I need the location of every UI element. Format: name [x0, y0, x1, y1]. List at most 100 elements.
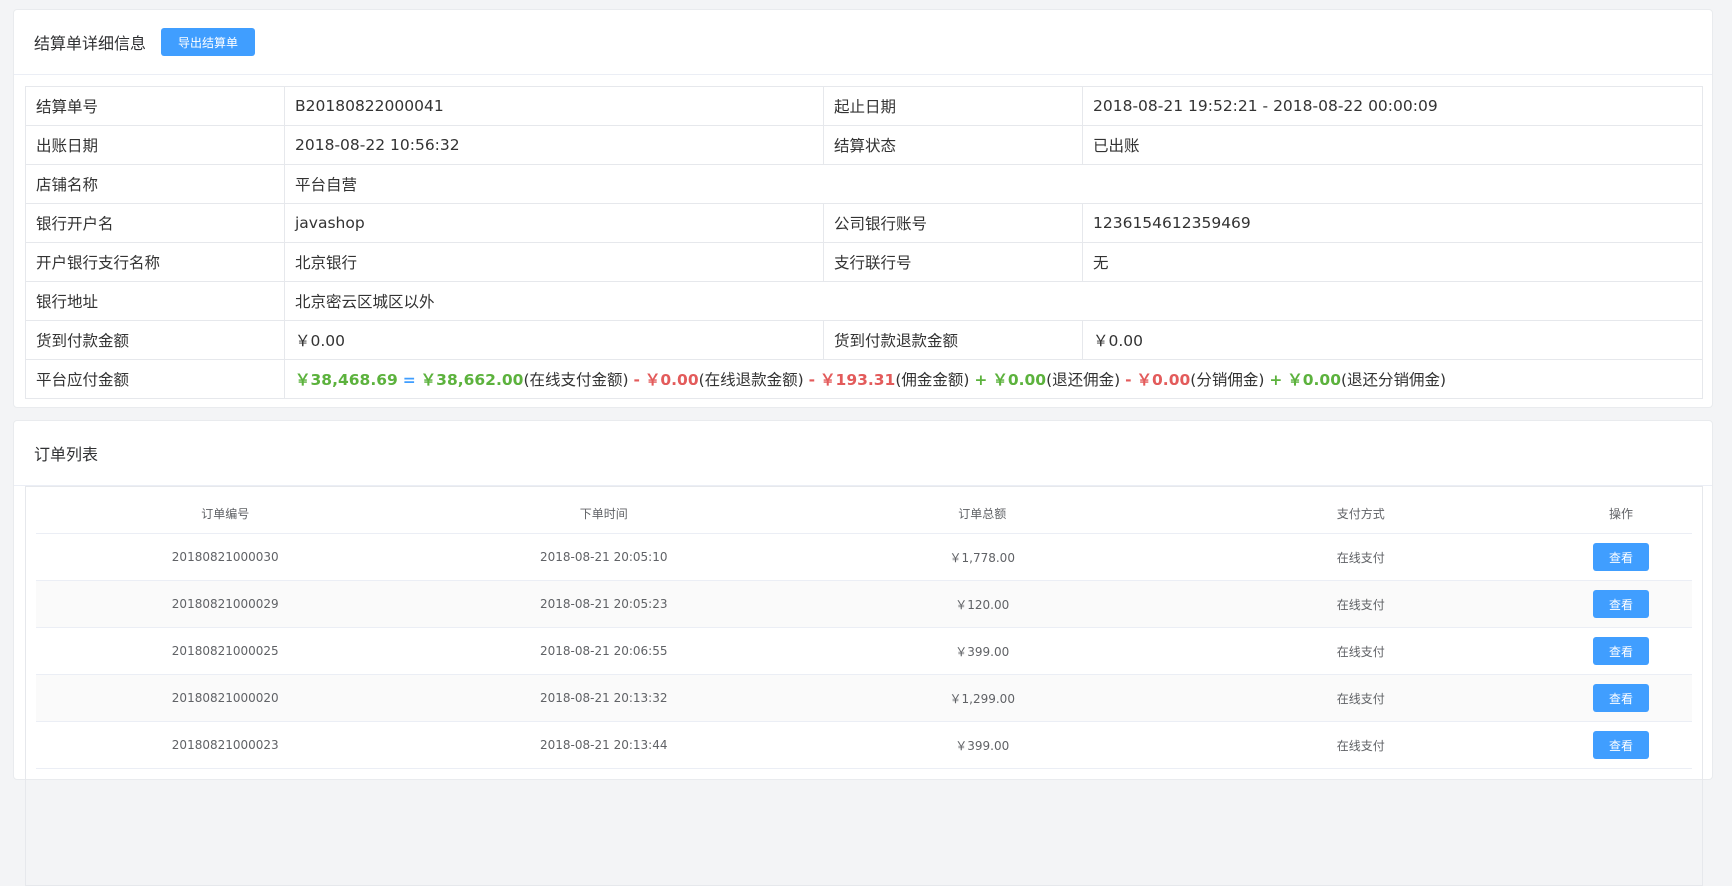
plus-sign: +	[974, 371, 988, 389]
period-label: 起止日期	[823, 86, 1083, 126]
order-amount: ￥120.00	[793, 580, 1172, 628]
status-label: 结算状态	[823, 125, 1083, 165]
branch-value: 北京银行	[284, 242, 824, 282]
order-table-wrap: 订单编号 下单时间 订单总额 支付方式 操作 20180821000030 20…	[25, 486, 1703, 886]
table-row: 20180821000023 2018-08-21 20:13:44 ￥399.…	[36, 721, 1692, 769]
order-amount: ￥399.00	[793, 627, 1172, 675]
view-order-button[interactable]: 查看	[1593, 590, 1649, 618]
pay-method: 在线支付	[1171, 533, 1550, 581]
info-row: 开户银行支行名称 北京银行 支行联行号 无	[25, 242, 1703, 282]
info-row: 平台应付金额 ￥38,468.69 = ￥38,662.00(在线支付金额) -…	[25, 359, 1703, 399]
info-row: 店铺名称 平台自营	[25, 164, 1703, 204]
view-order-button[interactable]: 查看	[1593, 731, 1649, 759]
order-time: 2018-08-21 20:05:23	[414, 580, 793, 628]
col-pay-method: 支付方式	[1171, 493, 1550, 534]
view-order-button[interactable]: 查看	[1593, 543, 1649, 571]
table-row: 20180821000029 2018-08-21 20:05:23 ￥120.…	[36, 580, 1692, 628]
branch-label: 开户银行支行名称	[25, 242, 285, 282]
order-amount: ￥1,299.00	[793, 674, 1172, 722]
pay-method: 在线支付	[1171, 674, 1550, 722]
cod-refund-label: 货到付款退款金额	[823, 320, 1083, 360]
actions-cell: 查看	[1550, 674, 1692, 722]
order-sn: 20180821000025	[36, 627, 415, 675]
order-amount: ￥399.00	[793, 721, 1172, 769]
pay-method: 在线支付	[1171, 721, 1550, 769]
bill-no-value: B20180822000041	[284, 86, 824, 126]
col-order-amount: 订单总额	[793, 493, 1172, 534]
order-sn: 20180821000029	[36, 580, 415, 628]
view-order-button[interactable]: 查看	[1593, 684, 1649, 712]
return-dist-label: (退还分销佣金)	[1341, 371, 1447, 389]
shop-label: 店铺名称	[25, 164, 285, 204]
col-order-time: 下单时间	[414, 493, 793, 534]
commission-amount: ￥193.31	[820, 371, 896, 389]
branch-code-label: 支行联行号	[823, 242, 1083, 282]
info-row: 结算单号 B20180822000041 起止日期 2018-08-21 19:…	[25, 86, 1703, 126]
actions-cell: 查看	[1550, 533, 1692, 581]
order-sn: 20180821000023	[36, 721, 415, 769]
return-commission-amount: ￥0.00	[992, 371, 1047, 389]
cod-amount-label: 货到付款金额	[25, 320, 285, 360]
cod-refund-value: ￥0.00	[1082, 320, 1703, 360]
col-actions: 操作	[1550, 493, 1692, 534]
minus-sign: -	[808, 371, 816, 389]
order-time: 2018-08-21 20:05:10	[414, 533, 793, 581]
export-settlement-button[interactable]: 导出结算单	[161, 28, 256, 56]
view-order-button[interactable]: 查看	[1593, 637, 1649, 665]
bill-no-label: 结算单号	[25, 86, 285, 126]
minus-sign: -	[1125, 371, 1132, 389]
equals-sign: =	[402, 371, 416, 389]
payable-formula: ￥38,468.69 = ￥38,662.00(在线支付金额) - ￥0.00(…	[284, 359, 1703, 399]
company-account-label: 公司银行账号	[823, 203, 1083, 243]
actions-cell: 查看	[1550, 580, 1692, 628]
order-list-header: 订单列表	[14, 421, 1712, 486]
actions-cell: 查看	[1550, 627, 1692, 675]
info-row: 货到付款金额 ￥0.00 货到付款退款金额 ￥0.00	[25, 320, 1703, 360]
table-row: 20180821000025 2018-08-21 20:06:55 ￥399.…	[36, 627, 1692, 675]
bank-address-value: 北京密云区城区以外	[284, 281, 1703, 321]
order-time: 2018-08-21 20:06:55	[414, 627, 793, 675]
dist-commission-amount: ￥0.00	[1136, 371, 1191, 389]
return-dist-amount: ￥0.00	[1287, 371, 1341, 389]
settlement-info-table-wrap: 结算单号 B20180822000041 起止日期 2018-08-21 19:…	[25, 86, 1703, 399]
order-list-title: 订单列表	[34, 445, 99, 464]
dist-commission-label: (分销佣金)	[1190, 371, 1265, 389]
period-value: 2018-08-21 19:52:21 - 2018-08-22 00:00:0…	[1082, 86, 1703, 126]
plus-sign: +	[1269, 371, 1283, 389]
return-commission-label: (退还佣金)	[1046, 371, 1121, 389]
bank-account-name-value: javashop	[284, 203, 824, 243]
status-value: 已出账	[1082, 125, 1703, 165]
shop-value: 平台自营	[284, 164, 1703, 204]
order-sn: 20180821000020	[36, 674, 415, 722]
settlement-card-header: 结算单详细信息 导出结算单	[14, 10, 1712, 75]
settlement-info-table: 结算单号 B20180822000041 起止日期 2018-08-21 19:…	[25, 86, 1703, 399]
commission-label: (佣金金额)	[895, 371, 970, 389]
online-pay-amount: ￥38,662.00	[420, 371, 524, 389]
order-amount: ￥1,778.00	[793, 533, 1172, 581]
company-account-value: 1236154612359469	[1082, 203, 1703, 243]
cod-amount-value: ￥0.00	[284, 320, 824, 360]
online-pay-label: (在线支付金额)	[523, 371, 629, 389]
order-time: 2018-08-21 20:13:32	[414, 674, 793, 722]
order-table-header: 订单编号 下单时间 订单总额 支付方式 操作	[36, 493, 1692, 534]
info-row: 银行地址 北京密云区城区以外	[25, 281, 1703, 321]
online-refund-amount: ￥0.00	[644, 371, 699, 389]
order-sn: 20180821000030	[36, 533, 415, 581]
col-order-sn: 订单编号	[36, 493, 415, 534]
minus-sign: -	[633, 371, 640, 389]
info-row: 银行开户名 javashop 公司银行账号 1236154612359469	[25, 203, 1703, 243]
pay-method: 在线支付	[1171, 580, 1550, 628]
payable-label: 平台应付金额	[25, 359, 285, 399]
bill-date-value: 2018-08-22 10:56:32	[284, 125, 824, 165]
payable-total: ￥38,468.69	[295, 371, 398, 389]
order-time: 2018-08-21 20:13:44	[414, 721, 793, 769]
table-row: 20180821000030 2018-08-21 20:05:10 ￥1,77…	[36, 533, 1692, 581]
table-row: 20180821000020 2018-08-21 20:13:32 ￥1,29…	[36, 674, 1692, 722]
online-refund-label: (在线退款金额)	[698, 371, 804, 389]
bank-address-label: 银行地址	[25, 281, 285, 321]
info-row: 出账日期 2018-08-22 10:56:32 结算状态 已出账	[25, 125, 1703, 165]
branch-code-value: 无	[1082, 242, 1703, 282]
actions-cell: 查看	[1550, 721, 1692, 769]
settlement-detail-card: 结算单详细信息 导出结算单 结算单号 B20180822000041 起止日期 …	[13, 9, 1713, 408]
settlement-title: 结算单详细信息	[34, 34, 147, 53]
